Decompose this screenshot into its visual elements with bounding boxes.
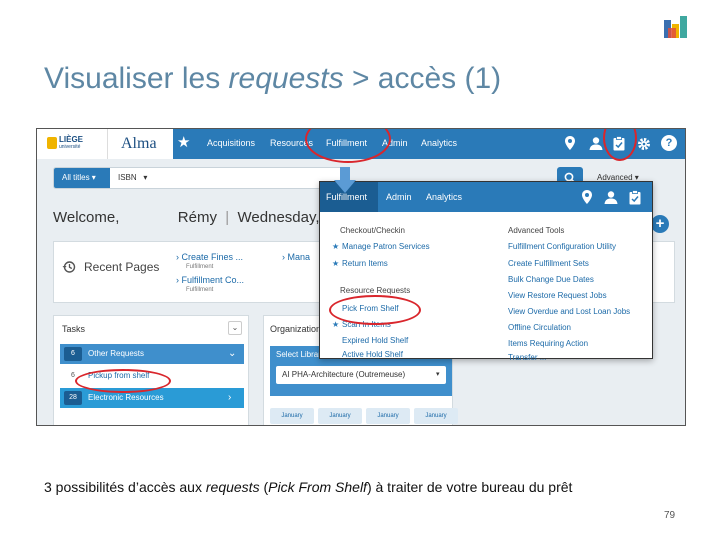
slide-caption: 3 possibilités d’accès aux requests (Pic… — [44, 479, 573, 495]
welcome-line: Welcome, Rémy | Wednesday, Ja — [53, 209, 340, 226]
recent-page-sub: Fulfillment — [186, 264, 214, 270]
menu-item-view-restore-request-jobs[interactable]: View Restore Request Jobs — [508, 291, 607, 300]
organization-title: Organization — [270, 324, 322, 334]
recent-page-link[interactable]: › Mana — [282, 252, 310, 262]
search-scope-dropdown[interactable]: All titles ▾ — [54, 168, 110, 188]
chevron-down-icon: ▾ — [436, 371, 440, 378]
menu-item-offline-circulation[interactable]: Offline Circulation — [508, 323, 571, 332]
search-bar: All titles ▾ ISBN ▾ — [53, 167, 343, 189]
star-icon: ★ — [332, 259, 340, 268]
highlight-pickup-from-shelf-task — [75, 369, 171, 393]
alma-screenshot: LIÈGE université Alma ★ Acquisitions Res… — [36, 128, 686, 426]
menu-item-create-fulfillment-sets[interactable]: Create Fulfillment Sets — [508, 259, 589, 268]
library-select[interactable]: AI PHA-Architecture (Outremeuse) ▾ — [276, 366, 446, 384]
task-count: 28 — [64, 391, 82, 405]
menu-item-transfer[interactable]: Transfer ... — [508, 353, 546, 362]
history-icon — [62, 261, 76, 273]
location-pin-icon[interactable] — [582, 190, 592, 204]
alma-logo[interactable]: Alma — [107, 129, 173, 159]
month-button[interactable]: January — [318, 408, 362, 424]
page-number: 79 — [664, 510, 676, 521]
menu-item-view-overdue-lost-loan-jobs[interactable]: View Overdue and Lost Loan Jobs — [508, 307, 630, 316]
menu-item-manage-patron-services[interactable]: Manage Patron Services — [342, 242, 430, 251]
clipboard-check-icon[interactable] — [629, 190, 641, 205]
section-checkout-checkin: Checkout/Checkin — [340, 226, 405, 235]
liege-logo-icon — [47, 137, 57, 149]
section-resource-requests: Resource Requests — [340, 286, 411, 295]
tasks-collapse-button[interactable]: ⌄ — [228, 321, 242, 335]
month-button[interactable]: January — [270, 408, 314, 424]
star-icon: ★ — [332, 242, 340, 251]
menu-item-expired-hold-shelf[interactable]: Expired Hold Shelf — [342, 336, 408, 345]
favorites-star-icon[interactable]: ★ — [177, 133, 190, 151]
month-button[interactable]: January — [366, 408, 410, 424]
search-field-dropdown[interactable]: ISBN ▾ — [118, 168, 147, 188]
add-widget-button[interactable]: + — [651, 215, 669, 233]
menu-item-bulk-change-due-dates[interactable]: Bulk Change Due Dates — [508, 275, 594, 284]
task-row-electronic-resources[interactable]: 28 Electronic Resources › — [60, 388, 244, 408]
product-name: Alma — [121, 135, 157, 152]
fulfillment-menu-navbar: Fulfillment Admin Analytics — [320, 182, 652, 212]
tab-admin[interactable]: Admin — [386, 192, 412, 202]
task-label: Other Requests — [88, 349, 145, 358]
task-count: 6 — [64, 347, 82, 361]
menu-item-return-items[interactable]: Return Items — [342, 259, 388, 268]
tasks-title: Tasks — [62, 324, 86, 334]
institution-name: LIÈGE — [59, 135, 84, 144]
recent-page-link[interactable]: › Create Fines ... — [176, 252, 243, 262]
menu-item-items-requiring-action[interactable]: Items Requiring Action — [508, 339, 588, 348]
task-row-other-requests[interactable]: 6 Other Requests ⌄ — [60, 344, 244, 364]
chevron-right-icon: › — [228, 392, 232, 403]
slide: Visualiser les requests > accès (1) LIÈG… — [0, 0, 720, 540]
recent-pages-title: Recent Pages — [84, 260, 160, 274]
section-advanced-tools: Advanced Tools — [508, 226, 565, 235]
person-icon[interactable] — [589, 137, 603, 150]
star-icon: ★ — [332, 320, 340, 329]
location-pin-icon[interactable] — [565, 136, 575, 150]
fulfillment-menu: Fulfillment Admin Analytics Checkout/Che… — [319, 181, 653, 362]
arrow-down-icon — [334, 167, 356, 193]
tab-fulfillment[interactable]: Fulfillment — [326, 192, 367, 202]
select-library-label: Select Librar — [276, 350, 321, 359]
person-icon[interactable] — [604, 191, 618, 204]
nav-acquisitions[interactable]: Acquisitions — [207, 138, 255, 148]
recent-page-sub: Fulfillment — [186, 287, 214, 293]
tab-analytics[interactable]: Analytics — [426, 192, 462, 202]
university-logo-icon — [664, 16, 687, 38]
institution-sub: université — [59, 144, 81, 150]
month-button[interactable]: January — [414, 408, 458, 424]
gear-icon[interactable] — [637, 137, 651, 151]
menu-item-active-hold-shelf[interactable]: Active Hold Shelf — [342, 350, 403, 359]
institution-logo: LIÈGE université — [37, 129, 107, 159]
slide-title: Visualiser les requests > accès (1) — [44, 62, 502, 95]
help-icon[interactable]: ? — [661, 135, 677, 151]
menu-item-fulfillment-configuration-utility[interactable]: Fulfillment Configuration Utility — [508, 242, 616, 251]
recent-page-link[interactable]: › Fulfillment Co... — [176, 275, 244, 285]
chevron-down-icon: ⌄ — [228, 348, 237, 359]
highlight-pick-from-shelf — [329, 295, 421, 325]
nav-analytics[interactable]: Analytics — [421, 138, 457, 148]
